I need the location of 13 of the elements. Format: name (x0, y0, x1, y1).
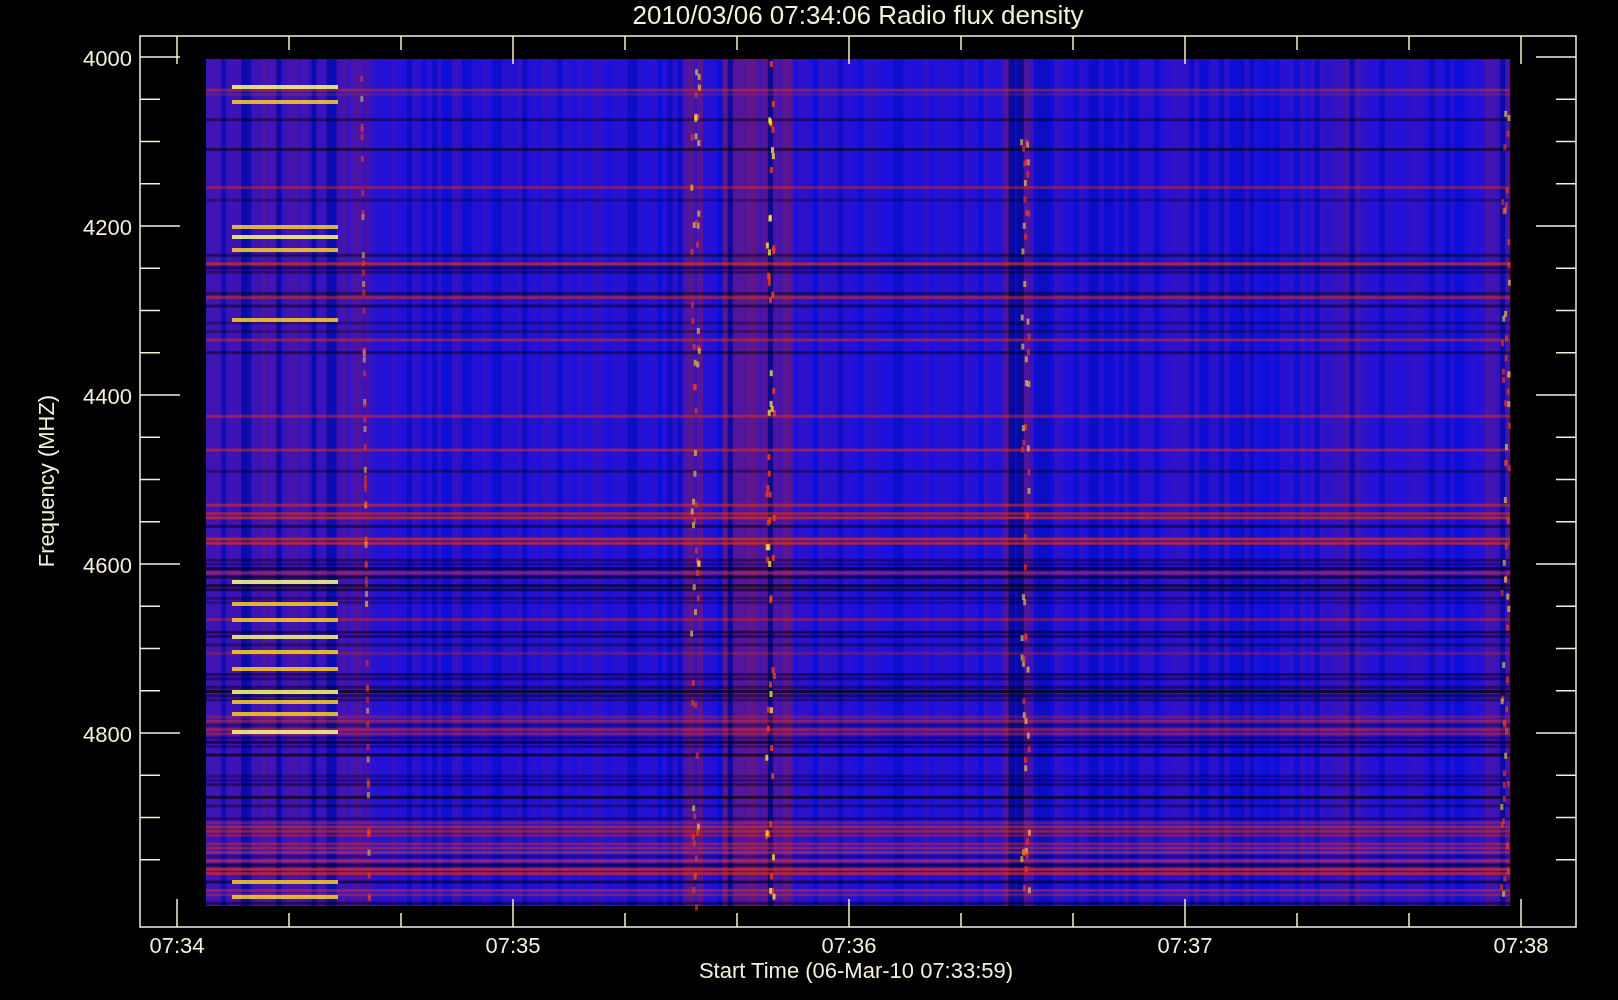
x-tick-label: 07:35 (485, 933, 541, 958)
x-tick-label: 07:38 (1493, 933, 1549, 958)
x-tick-label: 07:34 (149, 933, 205, 958)
y-tick-label: 4800 (83, 722, 132, 747)
y-tick-label: 4400 (83, 384, 132, 409)
y-axis-title: Frequency (MHZ) (34, 394, 59, 568)
y-tick-label: 4200 (83, 215, 132, 240)
x-axis-title: Start Time (06-Mar-10 07:33:59) (698, 958, 1014, 983)
x-tick-label: 07:36 (821, 933, 877, 958)
y-tick-label: 4000 (83, 46, 132, 71)
plot-title: 2010/03/06 07:34:06 Radio flux density (632, 0, 1084, 30)
x-tick-label: 07:37 (1157, 933, 1213, 958)
y-tick-label: 4600 (83, 553, 132, 578)
